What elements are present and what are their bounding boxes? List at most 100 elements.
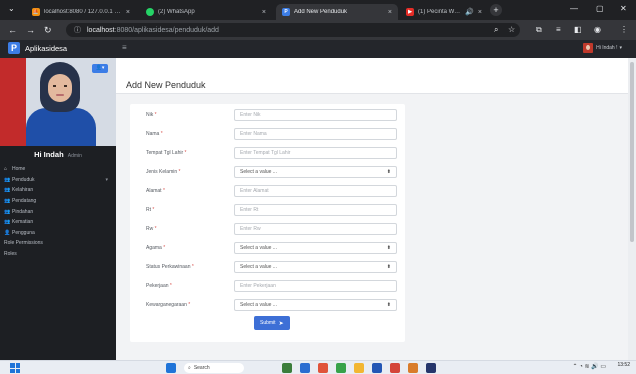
kewarganegaraan-select[interactable]: Select a value ... ⬍ (234, 299, 397, 311)
status-perkawinaan-label: Status Perkawinaan * (146, 264, 194, 270)
profile-dropdown-button[interactable]: 👤▾ (92, 64, 108, 73)
chrome-icon[interactable] (336, 363, 346, 373)
sidebar-item-kematian[interactable]: 👥 Kematian (0, 217, 116, 228)
scrollbar-thumb[interactable] (630, 62, 634, 242)
sidebar-item-penduduk[interactable]: 👥 Penduduk ▾ (0, 175, 116, 186)
taskbar-app-icon[interactable] (318, 363, 328, 373)
extensions-icon[interactable]: ⧉ (536, 24, 542, 36)
hamburger-menu-icon[interactable]: ≡ (122, 43, 127, 52)
zoom-icon[interactable]: ⌕ (494, 24, 498, 36)
form-row-pekerjaan: Pekerjaan * (130, 279, 405, 295)
alamat-input[interactable] (234, 185, 397, 197)
taskbar-app-icon[interactable] (372, 363, 382, 373)
brand-name: Aplikasidesa (25, 43, 68, 53)
submit-button[interactable]: Submit ➤ (254, 316, 290, 330)
taskbar-app-icon[interactable] (282, 363, 292, 373)
taskbar-app-icon[interactable] (408, 363, 418, 373)
sidebar-item-pendatang[interactable]: 👥 Pendatang (0, 196, 116, 207)
form-row-rw: Rw * (130, 222, 405, 238)
sidebar-item-roles[interactable]: Roles (0, 249, 116, 260)
close-icon[interactable]: × (126, 9, 130, 16)
profile-icon[interactable]: ◉ (594, 24, 601, 36)
pekerjaan-input[interactable] (234, 280, 397, 292)
close-icon[interactable]: × (388, 9, 392, 16)
address-bar[interactable]: ⓘ localhost:8080/aplikasidesa/penduduk/a… (66, 23, 520, 37)
agama-label: Agama * (146, 245, 166, 251)
sidepanel-icon[interactable]: ◧ (574, 24, 582, 36)
taskbar-app-icon[interactable] (300, 363, 310, 373)
form-row-alamat: Alamat * (130, 184, 405, 200)
sidebar-item-kelahiran[interactable]: 👥 Kelahiran (0, 185, 116, 196)
widgets-icon[interactable] (166, 363, 176, 373)
file-explorer-icon[interactable] (354, 363, 364, 373)
forward-icon[interactable]: → (26, 24, 35, 36)
taskbar-clock[interactable]: 13:52 (617, 362, 630, 368)
reload-icon[interactable]: ↻ (44, 24, 52, 36)
users-icon: 👥 (4, 187, 11, 194)
window-close-icon[interactable]: ✕ (620, 4, 627, 13)
form-row-kewarganegaraan: Kewarganegaraan * Select a value ... ⬍ (130, 298, 405, 314)
close-icon[interactable]: × (262, 9, 266, 16)
bookmark-star-icon[interactable]: ☆ (508, 24, 515, 36)
browser-tab-active[interactable]: P Add New Penduduk × (276, 4, 398, 20)
maximize-icon[interactable]: ▢ (596, 4, 604, 13)
chevron-down-icon: ▾ (619, 45, 622, 51)
rw-input[interactable] (234, 223, 397, 235)
new-tab-button[interactable]: + (490, 4, 502, 16)
youtube-icon: ▶ (406, 8, 414, 16)
pekerjaan-label: Pekerjaan * (146, 283, 172, 289)
audio-icon[interactable]: 🔊 (465, 8, 474, 16)
whatsapp-icon (146, 8, 154, 16)
browser-menu-icon[interactable]: ⋮ (620, 24, 628, 36)
form-row-rt: Rt * (130, 203, 405, 219)
sidebar-item-pindahan[interactable]: 👥 Pindahan (0, 206, 116, 217)
chevron-down-icon: ▾ (105, 176, 108, 183)
taskbar-app-icon[interactable] (426, 363, 436, 373)
user-menu-label: Hi Indah ! (596, 45, 618, 51)
avatar (583, 43, 594, 53)
back-icon[interactable]: ← (8, 24, 17, 36)
paper-plane-icon: ➤ (278, 320, 284, 327)
user-menu[interactable]: Hi Indah ! ▾ (583, 43, 622, 53)
agama-select[interactable]: Select a value ... ⬍ (234, 242, 397, 254)
sidebar-item-home[interactable]: ⌂ Home (0, 164, 116, 175)
sidebar-item-role-permissions[interactable]: Role Permissions (0, 238, 116, 249)
browser-tab-youtube[interactable]: ▶ (1) Pecinta Wanita - YouTu 🔊 × (400, 4, 488, 20)
nama-label: Nama * (146, 131, 163, 137)
windows-start-icon[interactable] (10, 363, 20, 373)
browser-tab-phpmyadmin[interactable]: ⛵ localhost:8080 / 127.0.0.1 / des × (26, 4, 136, 20)
form-row-nama: Nama * (130, 127, 405, 143)
taskbar-search[interactable]: ⌕ Search (184, 363, 244, 373)
sidebar-menu: ⌂ Home 👥 Penduduk ▾ 👥 Kelahiran 👥 Pendatang 👥… (0, 164, 116, 259)
media-icon[interactable]: ≡ (556, 24, 561, 36)
search-icon: ⌕ (188, 365, 191, 371)
rt-input[interactable] (234, 204, 397, 216)
site-info-icon[interactable]: ⓘ (74, 25, 81, 35)
users-icon: 👥 (4, 176, 11, 183)
status-perkawinaan-select[interactable]: Select a value ... ⬍ (234, 261, 397, 273)
minimize-icon[interactable]: — (570, 4, 578, 13)
taskbar-app-icon[interactable] (390, 363, 400, 373)
select-arrows-icon: ⬍ (386, 264, 391, 270)
nik-input[interactable] (234, 109, 397, 121)
brand-logo: P (8, 42, 20, 54)
profile-photo: 👤▾ (0, 58, 116, 146)
users-icon: 👥 (4, 198, 11, 205)
page-scrollbar[interactable] (628, 58, 636, 360)
profile-name: Hi Indah (34, 150, 64, 159)
browser-tab-whatsapp[interactable]: (2) WhatsApp × (140, 4, 272, 20)
os-taskbar: ⌕ Search ⌃ ◔ ≋ 🔊 ▭ 13:52 (0, 360, 636, 374)
form-row-nik: Nik * (130, 108, 405, 124)
rt-label: Rt * (146, 207, 155, 213)
form-row-status-perkawinaan: Status Perkawinaan * Select a value ... ⬍ (130, 260, 405, 276)
tempat-tgl-lahir-input[interactable] (234, 147, 397, 159)
brand[interactable]: P Aplikasidesa (8, 42, 67, 54)
select-arrows-icon: ⬍ (386, 245, 391, 251)
system-tray-icons[interactable]: ⌃ ◔ ≋ 🔊 ▭ (573, 363, 607, 370)
nama-input[interactable] (234, 128, 397, 140)
kewarganegaraan-label: Kewarganegaraan * (146, 302, 191, 308)
jenis-kelamin-select[interactable]: Select a value ... ⬍ (234, 166, 397, 178)
sidebar-item-pengguna[interactable]: 👤 Pengguna (0, 228, 116, 239)
tab-search-icon[interactable]: ⌄ (8, 4, 15, 13)
close-icon[interactable]: × (478, 9, 482, 16)
